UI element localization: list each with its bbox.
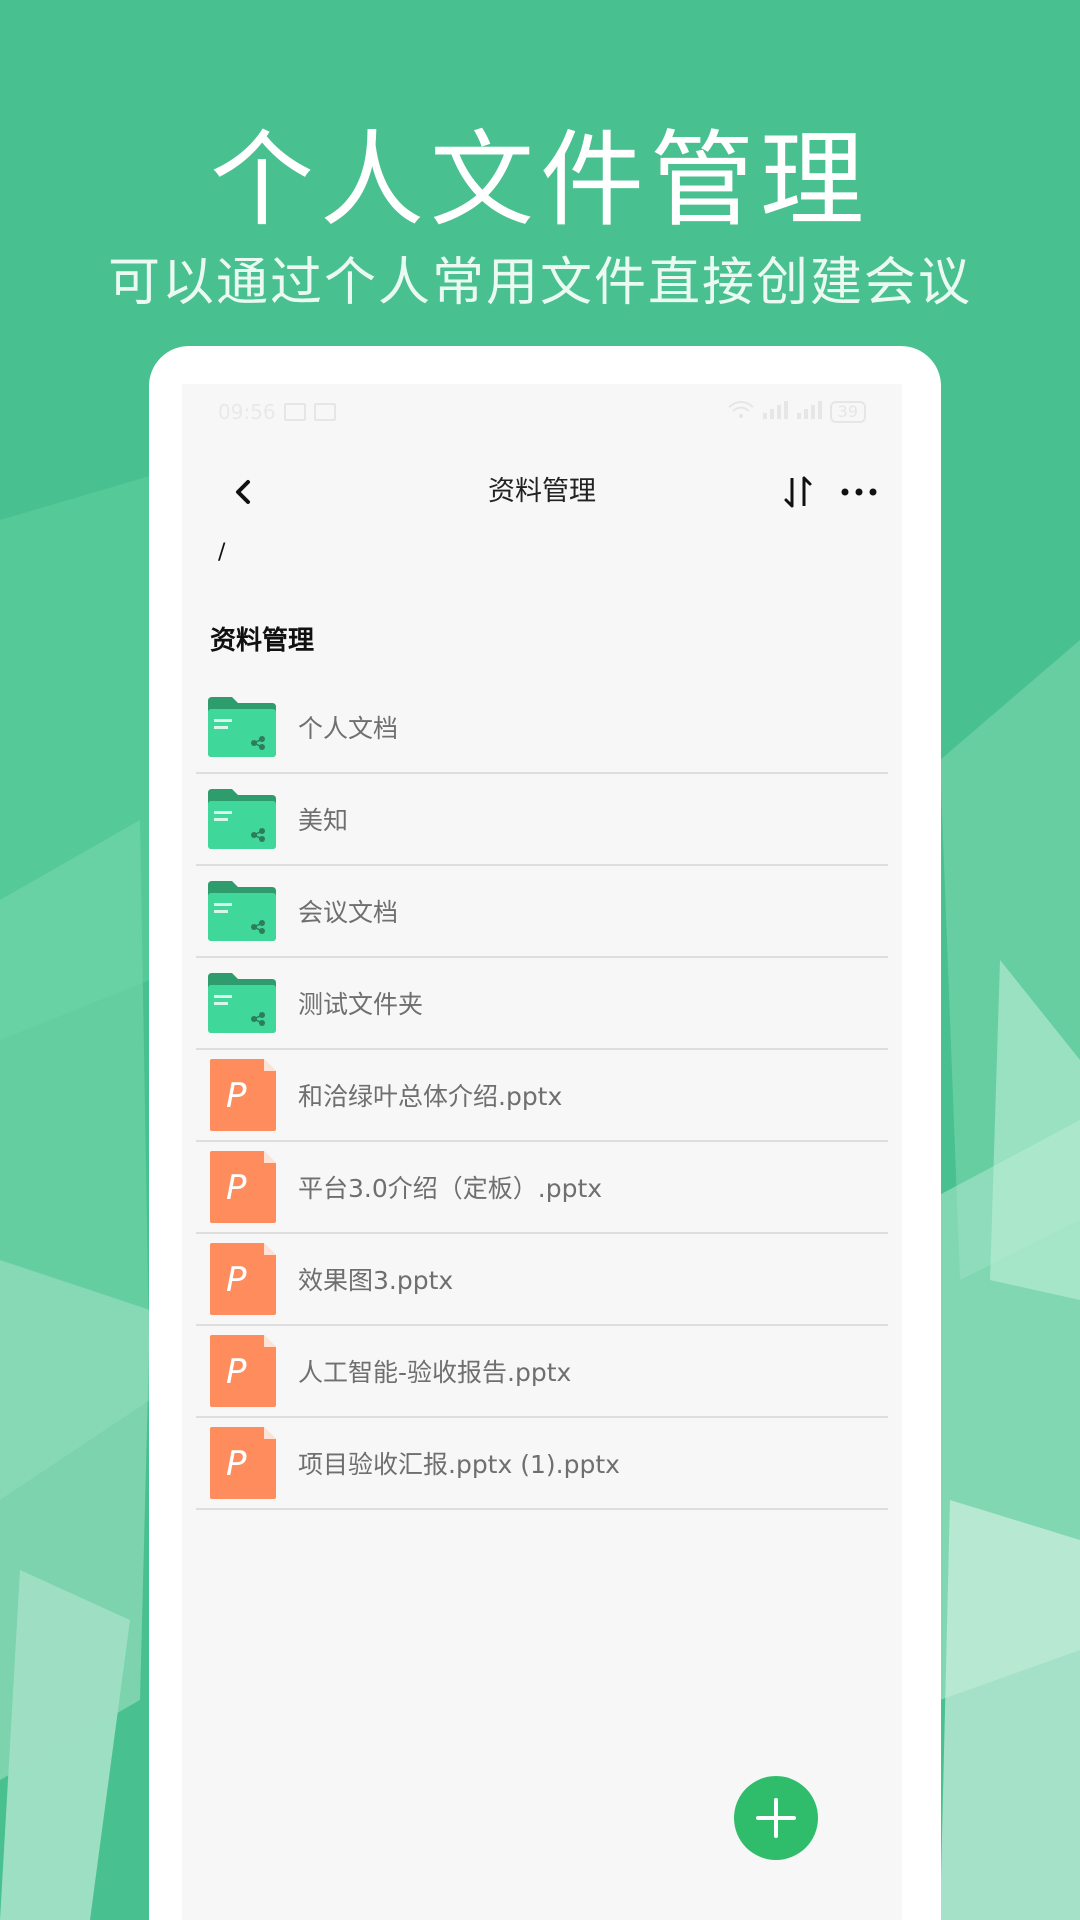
sort-button[interactable] xyxy=(778,472,818,512)
section-title: 资料管理 xyxy=(210,626,315,656)
plus-icon xyxy=(756,1798,796,1838)
more-button[interactable] xyxy=(836,472,882,512)
svg-text:P: P xyxy=(226,1260,247,1300)
item-name: 效果图3.pptx xyxy=(298,1266,454,1295)
shared-folder-icon xyxy=(208,789,276,849)
status-bar: 09:56 39 xyxy=(182,384,902,440)
list-item-folder[interactable]: 美知 xyxy=(196,774,888,866)
svg-text:P: P xyxy=(226,1352,247,1392)
nav-bar: 资料管理 xyxy=(182,462,902,522)
promo-subline: 可以通过个人常用文件直接创建会议 xyxy=(107,253,972,313)
notification-icon xyxy=(313,403,336,421)
app-screen: 09:56 39 资料管理 / 资料管理 个人文档 美知 会议文档 测试文件夹 … xyxy=(182,384,902,1920)
notification-icon xyxy=(283,403,306,421)
promo-headline: 个人文件管理 xyxy=(209,119,870,241)
add-button[interactable] xyxy=(734,1776,818,1860)
breadcrumb[interactable]: / xyxy=(218,540,225,565)
promo-stage: 个人文件管理 可以通过个人常用文件直接创建会议 09:56 39 资料管理 / … xyxy=(0,0,1080,1920)
signal-icon xyxy=(762,400,788,424)
list-item-file[interactable]: P 项目验收汇报.pptx (1).pptx xyxy=(196,1418,888,1510)
item-name: 美知 xyxy=(298,806,349,835)
item-name: 项目验收汇报.pptx (1).pptx xyxy=(298,1450,620,1479)
svg-text:P: P xyxy=(226,1076,247,1116)
list-item-file[interactable]: P 和洽绿叶总体介绍.pptx xyxy=(196,1050,888,1142)
sort-arrows-icon xyxy=(784,476,812,508)
ppt-file-icon: P xyxy=(210,1427,276,1499)
back-button[interactable] xyxy=(224,470,264,514)
item-name: 个人文档 xyxy=(298,714,399,743)
item-name: 和洽绿叶总体介绍.pptx xyxy=(298,1082,563,1111)
item-name: 人工智能-验收报告.pptx xyxy=(298,1358,572,1387)
list-item-folder[interactable]: 个人文档 xyxy=(196,682,888,774)
back-chevron-icon xyxy=(236,480,250,504)
battery-icon: 39 xyxy=(829,401,866,423)
list-item-file[interactable]: P 人工智能-验收报告.pptx xyxy=(196,1326,888,1418)
more-dots-icon xyxy=(841,488,877,496)
wifi-icon xyxy=(728,400,754,424)
svg-text:P: P xyxy=(226,1444,247,1484)
list-item-folder[interactable]: 会议文档 xyxy=(196,866,888,958)
file-list: 个人文档 美知 会议文档 测试文件夹 P 和洽绿叶总体介绍.pptx P 平台3… xyxy=(196,682,888,1510)
item-name: 会议文档 xyxy=(298,898,399,927)
signal-icon xyxy=(796,400,822,424)
list-item-folder[interactable]: 测试文件夹 xyxy=(196,958,888,1050)
ppt-file-icon: P xyxy=(210,1151,276,1223)
shared-folder-icon xyxy=(208,697,276,757)
shared-folder-icon xyxy=(208,881,276,941)
item-name: 测试文件夹 xyxy=(298,990,424,1019)
status-time: 09:56 xyxy=(218,400,276,424)
list-item-file[interactable]: P 效果图3.pptx xyxy=(196,1234,888,1326)
list-item-file[interactable]: P 平台3.0介绍（定板）.pptx xyxy=(196,1142,888,1234)
svg-text:P: P xyxy=(226,1168,247,1208)
shared-folder-icon xyxy=(208,973,276,1033)
ppt-file-icon: P xyxy=(210,1335,276,1407)
item-name: 平台3.0介绍（定板）.pptx xyxy=(298,1174,603,1203)
ppt-file-icon: P xyxy=(210,1243,276,1315)
ppt-file-icon: P xyxy=(210,1059,276,1131)
